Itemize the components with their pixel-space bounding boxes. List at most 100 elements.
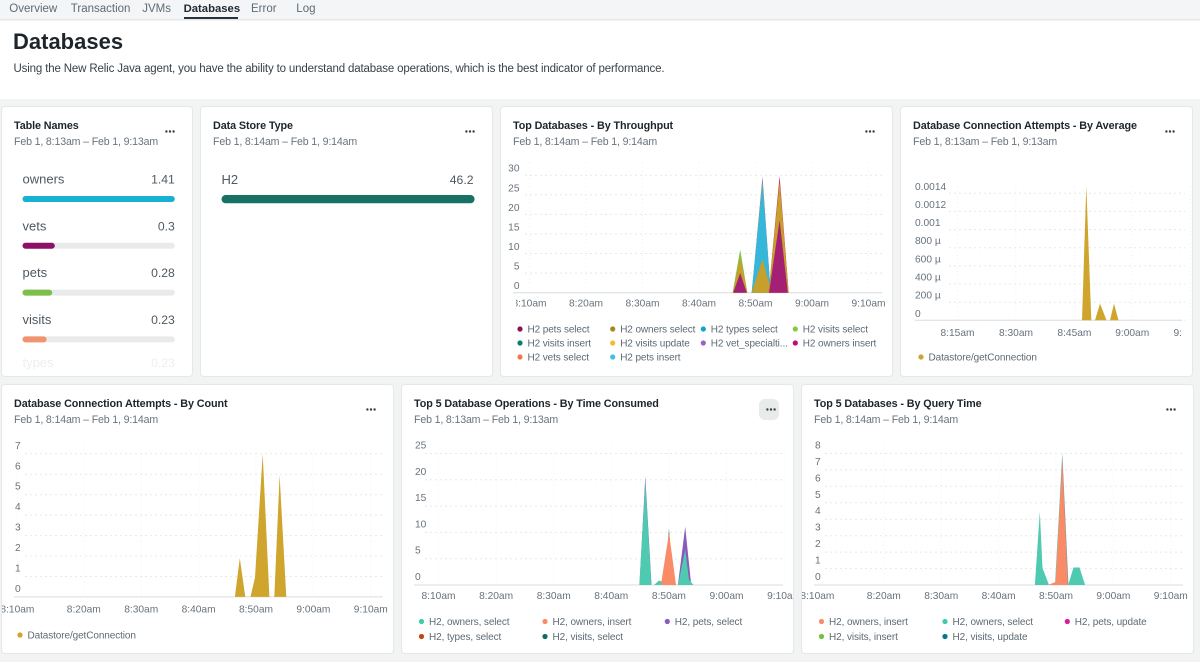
svg-text:0.001: 0.001 <box>915 218 941 229</box>
svg-text:8:20am: 8:20am <box>479 591 513 602</box>
svg-text:3: 3 <box>15 523 21 534</box>
svg-text:0: 0 <box>415 572 421 583</box>
svg-text:0.28: 0.28 <box>151 266 175 280</box>
svg-text:2: 2 <box>815 539 821 550</box>
svg-text:8:10am: 8:10am <box>2 605 34 616</box>
svg-text:9:10am: 9:10am <box>852 299 886 310</box>
svg-text:H2, visits, select: H2, visits, select <box>553 632 624 643</box>
svg-text:8:50am: 8:50am <box>239 605 273 616</box>
svg-text:3: 3 <box>815 523 821 534</box>
svg-text:5: 5 <box>415 546 421 557</box>
svg-text:8:50am: 8:50am <box>739 299 773 310</box>
svg-text:8:50am: 8:50am <box>652 591 686 602</box>
svg-text:8:30am: 8:30am <box>124 605 158 616</box>
svg-text:1.41: 1.41 <box>151 173 175 187</box>
svg-text:4: 4 <box>815 506 821 517</box>
svg-text:8:20am: 8:20am <box>67 605 101 616</box>
svg-text:8:45am: 8:45am <box>1057 328 1091 339</box>
svg-text:9:00am: 9:00am <box>1115 328 1149 339</box>
svg-text:H2, pets, update: H2, pets, update <box>1075 617 1147 628</box>
svg-text:8:10am: 8:10am <box>802 591 834 602</box>
svg-text:400 µ: 400 µ <box>915 273 941 284</box>
svg-text:9:10am: 9:10am <box>1154 591 1188 602</box>
svg-text:0.23: 0.23 <box>151 313 175 327</box>
svg-text:H2, owners, select: H2, owners, select <box>953 617 1034 628</box>
svg-text:8:20am: 8:20am <box>867 591 901 602</box>
svg-text:8:40am: 8:40am <box>682 299 716 310</box>
svg-text:0: 0 <box>514 281 520 292</box>
svg-text:H2, owners, insert: H2, owners, insert <box>829 617 908 628</box>
svg-text:0: 0 <box>815 572 821 583</box>
svg-text:30: 30 <box>508 164 520 175</box>
svg-text:7: 7 <box>15 441 21 452</box>
svg-text:H2, owners, select: H2, owners, select <box>429 617 510 628</box>
svg-text:H2 owners insert: H2 owners insert <box>803 339 877 350</box>
svg-text:8:15am: 8:15am <box>941 328 975 339</box>
svg-text:H2 pets select: H2 pets select <box>528 325 590 336</box>
svg-text:8: 8 <box>815 440 821 451</box>
svg-text:visits: visits <box>23 312 52 327</box>
svg-text:H2 visits select: H2 visits select <box>803 325 868 336</box>
svg-text:6: 6 <box>15 461 21 472</box>
svg-text:H2 vets select: H2 vets select <box>528 353 590 364</box>
svg-text:8:30am: 8:30am <box>924 591 958 602</box>
svg-text:9:00am: 9:00am <box>710 591 744 602</box>
svg-text:20: 20 <box>508 203 520 214</box>
svg-text:H2, visits, update: H2, visits, update <box>953 632 1028 643</box>
svg-text:8:50am: 8:50am <box>1039 591 1073 602</box>
svg-text:46.2: 46.2 <box>450 173 474 187</box>
svg-text:0: 0 <box>15 584 21 595</box>
svg-text:8:40am: 8:40am <box>594 591 628 602</box>
svg-text:25: 25 <box>508 183 520 194</box>
svg-text:9:00am: 9:00am <box>795 299 829 310</box>
svg-text:1: 1 <box>15 564 21 575</box>
svg-text:20: 20 <box>415 467 427 478</box>
svg-text:types: types <box>23 355 55 370</box>
svg-text:9:10am: 9:10am <box>354 605 388 616</box>
svg-text:H2, owners, insert: H2, owners, insert <box>553 617 632 628</box>
svg-text:15: 15 <box>415 493 427 504</box>
svg-text:pets: pets <box>23 265 48 280</box>
svg-text:9:00am: 9:00am <box>296 605 330 616</box>
svg-text:10: 10 <box>508 242 520 253</box>
svg-text:H2 types select: H2 types select <box>711 325 778 336</box>
svg-text:8:40am: 8:40am <box>182 605 216 616</box>
svg-text:H2 pets insert: H2 pets insert <box>620 353 681 364</box>
svg-text:H2, types, select: H2, types, select <box>429 632 502 643</box>
svg-text:9:10am: 9:10am <box>767 591 794 602</box>
svg-text:0.3: 0.3 <box>158 219 175 233</box>
svg-text:15: 15 <box>508 222 520 233</box>
svg-text:9:15am: 9:15am <box>1174 328 1193 339</box>
svg-text:0.0012: 0.0012 <box>915 200 946 211</box>
svg-text:H2: H2 <box>222 172 239 187</box>
svg-text:6: 6 <box>815 473 821 484</box>
svg-text:H2 visits insert: H2 visits insert <box>528 339 592 350</box>
svg-text:vets: vets <box>23 218 47 233</box>
svg-text:Datastore/getConnection: Datastore/getConnection <box>28 631 136 642</box>
svg-text:4: 4 <box>15 502 21 513</box>
svg-text:0.0014: 0.0014 <box>915 182 946 193</box>
svg-text:8:30am: 8:30am <box>537 591 571 602</box>
svg-text:H2 visits update: H2 visits update <box>620 339 690 350</box>
svg-text:2: 2 <box>15 543 21 554</box>
svg-text:5: 5 <box>815 490 821 501</box>
svg-text:25: 25 <box>415 441 427 452</box>
svg-text:H2 vet_specialti...: H2 vet_specialti... <box>711 339 788 350</box>
svg-text:5: 5 <box>15 482 21 493</box>
svg-text:8:30am: 8:30am <box>999 328 1033 339</box>
svg-text:8:30am: 8:30am <box>626 299 660 310</box>
svg-text:9:00am: 9:00am <box>1096 591 1130 602</box>
svg-text:0: 0 <box>915 309 921 320</box>
svg-text:600 µ: 600 µ <box>915 254 941 265</box>
svg-text:Datastore/getConnection: Datastore/getConnection <box>929 353 1037 364</box>
svg-text:5: 5 <box>514 262 520 273</box>
svg-text:10: 10 <box>415 519 427 530</box>
svg-text:H2, visits, insert: H2, visits, insert <box>829 632 898 643</box>
svg-text:1: 1 <box>815 556 821 567</box>
svg-text:200 µ: 200 µ <box>915 291 941 302</box>
svg-text:7: 7 <box>815 457 821 468</box>
svg-text:800 µ: 800 µ <box>915 236 941 247</box>
svg-text:8:10am: 8:10am <box>513 299 547 310</box>
svg-text:8:20am: 8:20am <box>569 299 603 310</box>
svg-text:owners: owners <box>23 172 65 187</box>
